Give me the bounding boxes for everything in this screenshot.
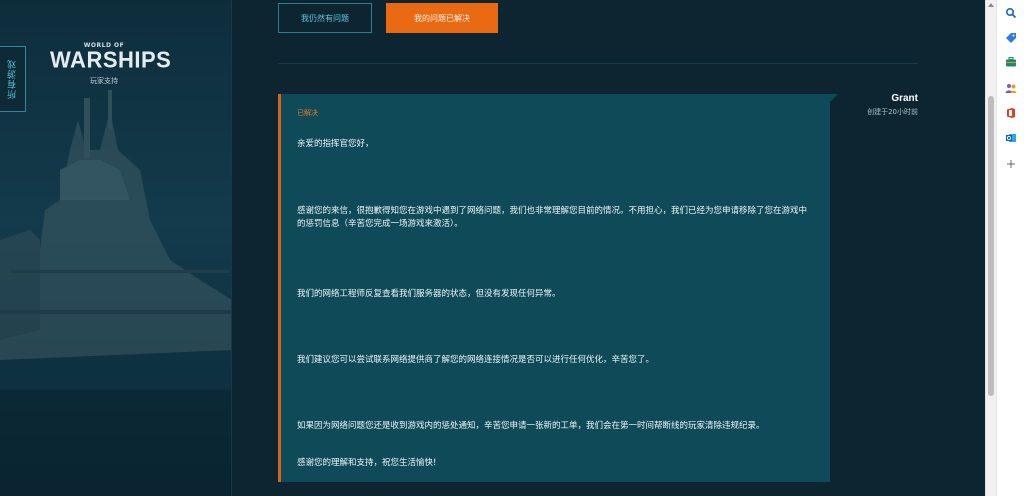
status-badge: 已解决 (297, 109, 318, 117)
created-time: 创建于20小时前 (867, 108, 918, 116)
message-paragraph: 感谢您的来信，很抱歉得知您在游戏中遇到了网络问题，我们也非常理解您目前的情况。不… (297, 206, 808, 229)
plus-icon[interactable] (1005, 158, 1017, 170)
ticket-message-card: 已解决 亲爱的指挥官您好， 感谢您的来信，很抱歉得知您在游戏中遇到了网络问题，我… (278, 94, 830, 482)
all-games-tab[interactable]: 所有游戏 (0, 46, 26, 112)
card-notch (828, 94, 838, 104)
search-icon[interactable] (1005, 7, 1017, 19)
page-scrollbar[interactable] (985, 0, 996, 496)
scroll-thumb[interactable] (988, 96, 994, 396)
message-paragraph: 我们建议您可以尝试联系网络提供商了解您的网络连接情况是否可以进行任何优化，辛苦您… (297, 355, 655, 365)
page-viewport: 所有游戏 WORLD OF WARSHIPS 玩家支持 我仍然有问题 我的问题已… (0, 0, 985, 496)
message-paragraph: 我们的网络工程师反复查看我们服务器的状态，但没有发现任何异常。 (297, 289, 561, 299)
message-paragraph: 感谢您的理解和支持，祝您生活愉快! (297, 458, 437, 468)
main-content: 我仍然有问题 我的问题已解决 已解决 亲爱的指挥官您好， 感谢您的来信，很抱歉得… (232, 0, 985, 496)
all-games-label: 所有游戏 (8, 59, 18, 99)
tag-icon[interactable] (1005, 32, 1017, 44)
scroll-up-arrow-icon[interactable] (988, 3, 994, 7)
people-icon[interactable] (1005, 82, 1017, 94)
office-icon[interactable] (1005, 107, 1017, 119)
issue-resolved-button[interactable]: 我的问题已解决 (386, 3, 498, 33)
message-paragraph: 如果因为网络问题您还是收到游戏内的惩处通知，辛苦您申请一张新的工单，我们会在第一… (297, 421, 765, 431)
browser-sidebar (996, 0, 1024, 496)
still-have-issue-button[interactable]: 我仍然有问题 (278, 3, 372, 33)
outlook-icon[interactable] (1005, 132, 1017, 144)
author-name: Grant (891, 93, 918, 104)
divider (278, 63, 918, 64)
logo-subtitle: 玩家支持 (90, 77, 118, 85)
message-paragraph: 亲爱的指挥官您好， (297, 139, 374, 149)
briefcase-icon[interactable] (1005, 56, 1017, 68)
warships-logo[interactable]: WORLD OF WARSHIPS 玩家支持 (50, 42, 172, 86)
left-panel: 所有游戏 WORLD OF WARSHIPS 玩家支持 (0, 0, 232, 496)
logo-big-text: WARSHIPS (50, 46, 172, 73)
battleship-illustration (0, 90, 232, 496)
